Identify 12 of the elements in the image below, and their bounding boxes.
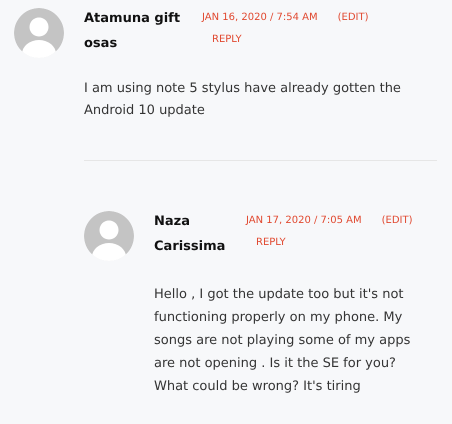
edit-link[interactable]: (EDIT) [382,214,413,228]
reply-link[interactable]: REPLY [256,236,286,250]
author-name: Atamuna gift osas [84,10,182,53]
avatar-icon [14,8,64,58]
comment-date: JAN 16, 2020 / 7:54 AM [202,11,318,25]
comment-text: Hello , I got the update too but it's not functioning properly on my phone. My songs are not playing some of my apps are not opening . Is it the SE for you? What could be wrong? It's tiring [154,286,412,396]
avatar-icon [84,211,134,261]
author-name: Naza Carissima [154,213,226,256]
comment-date: JAN 17, 2020 / 7:05 AM [246,214,362,228]
edit-link[interactable]: (EDIT) [338,11,369,25]
reply-link[interactable]: REPLY [212,33,242,47]
comment-text: I am using note 5 stylus have already gotten the Android 10 update [84,80,402,120]
